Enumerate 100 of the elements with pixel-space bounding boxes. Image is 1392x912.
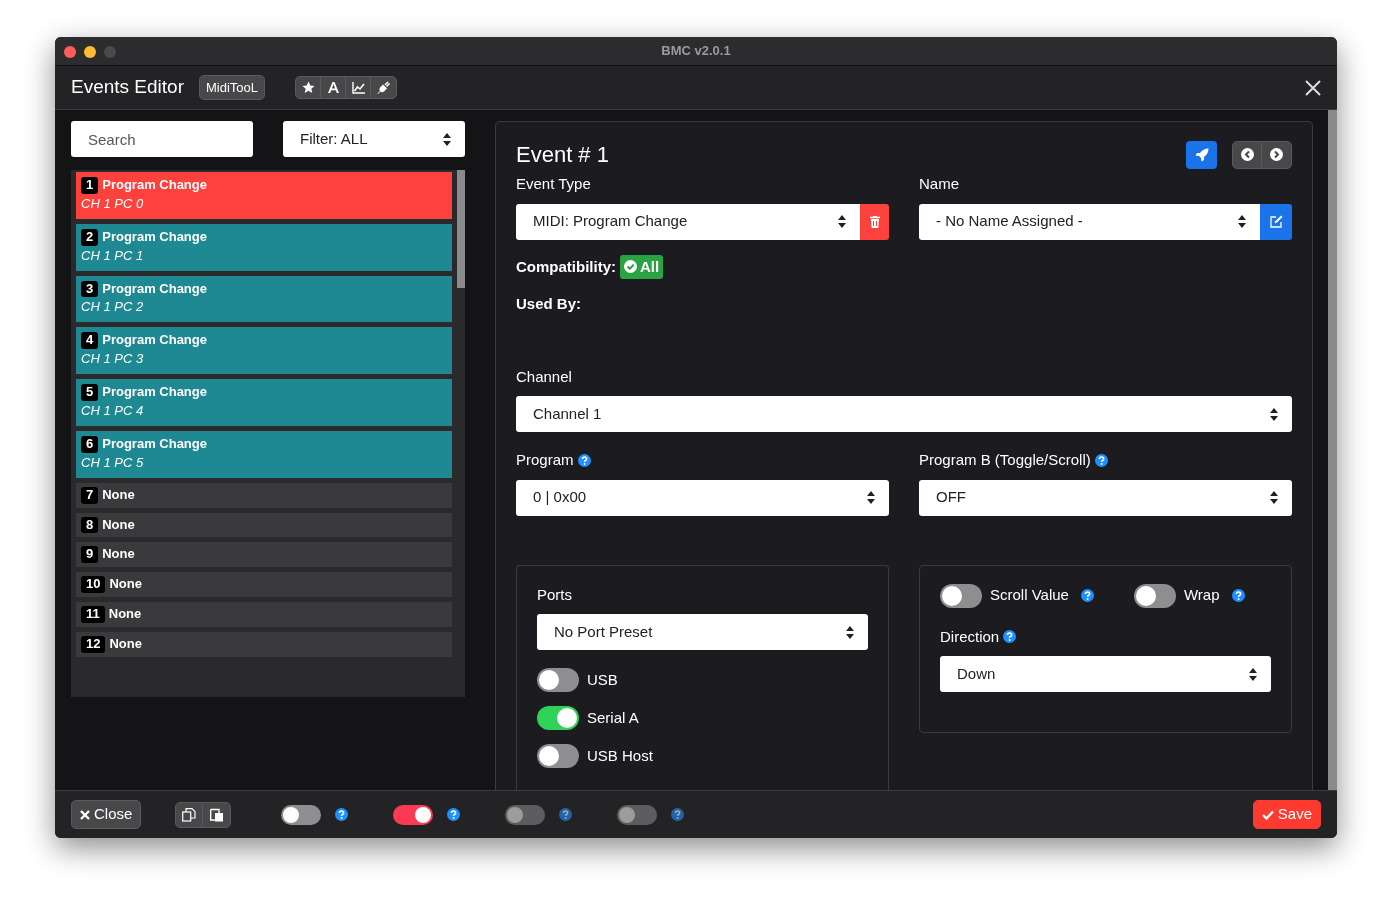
- event-title: None: [108, 606, 142, 622]
- close-button[interactable]: Close: [71, 800, 142, 829]
- caret-icon: [1269, 406, 1279, 422]
- toggle-switch[interactable]: [393, 804, 434, 825]
- scrollbar[interactable]: [457, 170, 465, 697]
- field-label: Channel: [516, 366, 573, 387]
- save-button[interactable]: Save: [1252, 800, 1321, 829]
- event-number: 2: [81, 228, 99, 246]
- copy-icon: [182, 807, 197, 822]
- delete-button[interactable]: [860, 203, 889, 240]
- direction-select[interactable]: Down: [940, 656, 1271, 692]
- program-b-select[interactable]: OFF: [919, 479, 1292, 516]
- toggle-switch[interactable]: [281, 804, 322, 825]
- toggle-switch[interactable]: [537, 668, 579, 692]
- event-item[interactable]: 3 Program Change CH 1 PC 2: [76, 275, 452, 323]
- send-button[interactable]: [1186, 140, 1217, 169]
- help-icon: [1094, 453, 1108, 467]
- event-type-select[interactable]: MIDI: Program Change: [516, 203, 860, 240]
- event-number: 9: [81, 546, 99, 564]
- toggle-switch[interactable]: [537, 744, 579, 768]
- event-title: Program Change: [102, 435, 207, 451]
- switch-label: Scroll Value: [990, 585, 1069, 606]
- filter-select[interactable]: Filter: ALL: [283, 121, 465, 157]
- event-detail: CH 1 PC 4: [81, 403, 145, 420]
- event-detail: CH 1 PC 3: [81, 351, 145, 369]
- event-title: Program Change: [102, 280, 207, 296]
- event-number: 12: [81, 636, 106, 654]
- switch-label: Serial A: [587, 707, 639, 728]
- close-icon: [80, 809, 90, 820]
- field-label: Program: [516, 450, 574, 470]
- event-number: 4: [81, 332, 99, 350]
- event-item[interactable]: 12 None: [76, 632, 452, 658]
- event-detail: CH 1 PC 0: [81, 195, 145, 213]
- caret-icon: [837, 214, 847, 229]
- event-title: None: [102, 486, 135, 502]
- caret-icon: [1269, 490, 1279, 505]
- event-title: None: [102, 546, 135, 562]
- event-item[interactable]: 4 Program Change CH 1 PC 3: [76, 327, 452, 375]
- scrollbar[interactable]: [1328, 110, 1337, 790]
- check-icon: [1261, 809, 1274, 820]
- event-item[interactable]: 2 Program Change CH 1 PC 1: [76, 223, 452, 271]
- name-select[interactable]: - No Name Assigned -: [919, 203, 1260, 240]
- rocket-icon: [1194, 147, 1209, 162]
- help-icon: [671, 808, 685, 821]
- check-circle-icon: [624, 260, 637, 274]
- event-number: 10: [81, 576, 106, 594]
- toggle-switch[interactable]: [940, 583, 982, 608]
- event-item[interactable]: 1 Program Change CH 1 PC 0: [76, 172, 452, 219]
- edit-button[interactable]: [1260, 203, 1292, 240]
- toggle-switch[interactable]: [1133, 583, 1176, 608]
- event-item[interactable]: 11 None: [76, 602, 452, 628]
- field-label: Program B (Toggle/Scroll): [919, 450, 1091, 470]
- port-preset-select[interactable]: No Port Preset: [537, 614, 868, 650]
- search-field[interactable]: Search: [71, 121, 253, 157]
- toggle-switch[interactable]: [537, 706, 579, 730]
- caret-icon: [1237, 214, 1247, 229]
- event-detail: CH 1 PC 2: [81, 299, 145, 317]
- switch-label: Wrap: [1183, 585, 1220, 606]
- event-heading: Event # 1: [516, 141, 609, 169]
- event-title: Program Change: [102, 384, 207, 400]
- help-icon: [559, 808, 573, 821]
- window-title: BMC v2.0.1: [661, 42, 731, 61]
- caret-icon: [442, 131, 452, 147]
- font-icon: [326, 81, 340, 94]
- event-number: 1: [81, 177, 99, 194]
- help-icon: [447, 808, 461, 821]
- event-title: None: [109, 576, 142, 592]
- zoom-dot[interactable]: [104, 46, 116, 58]
- event-number: 8: [81, 516, 99, 534]
- close-icon[interactable]: [1305, 79, 1321, 96]
- chevron-right-icon: [1270, 148, 1283, 161]
- compatibility-label: Compatibility:: [516, 256, 616, 277]
- close-dot[interactable]: [64, 46, 76, 58]
- event-title: None: [109, 636, 142, 652]
- channel-select[interactable]: Channel 1: [516, 396, 1292, 432]
- used-by-label: Used By:: [516, 294, 583, 314]
- event-title: Program Change: [102, 177, 207, 192]
- editor-title: Events Editor: [71, 75, 184, 100]
- trash-icon: [869, 215, 880, 228]
- event-number: 5: [81, 384, 99, 401]
- program-select[interactable]: 0 | 0x00: [516, 479, 889, 516]
- event-item[interactable]: 7 None: [76, 482, 452, 508]
- caret-icon: [1248, 666, 1258, 682]
- help-icon: [1080, 589, 1094, 602]
- event-number: 6: [81, 435, 99, 453]
- minimize-dot[interactable]: [84, 46, 96, 58]
- event-item[interactable]: 10 None: [76, 572, 452, 598]
- help-icon: [335, 808, 349, 821]
- event-item[interactable]: 6 Program Change CH 1 PC 5: [76, 430, 452, 478]
- event-title: Program Change: [102, 228, 207, 244]
- line-chart-icon: [351, 81, 365, 94]
- help-icon: [577, 453, 591, 467]
- caret-icon: [845, 624, 855, 640]
- event-item[interactable]: 9 None: [76, 542, 452, 568]
- star-icon: [301, 81, 315, 94]
- switch-label: USB Host: [587, 745, 653, 766]
- event-title: None: [102, 516, 135, 532]
- event-item[interactable]: 8 None: [76, 512, 452, 538]
- event-number: 11: [81, 606, 105, 624]
- event-item[interactable]: 5 Program Change CH 1 PC 4: [76, 379, 452, 426]
